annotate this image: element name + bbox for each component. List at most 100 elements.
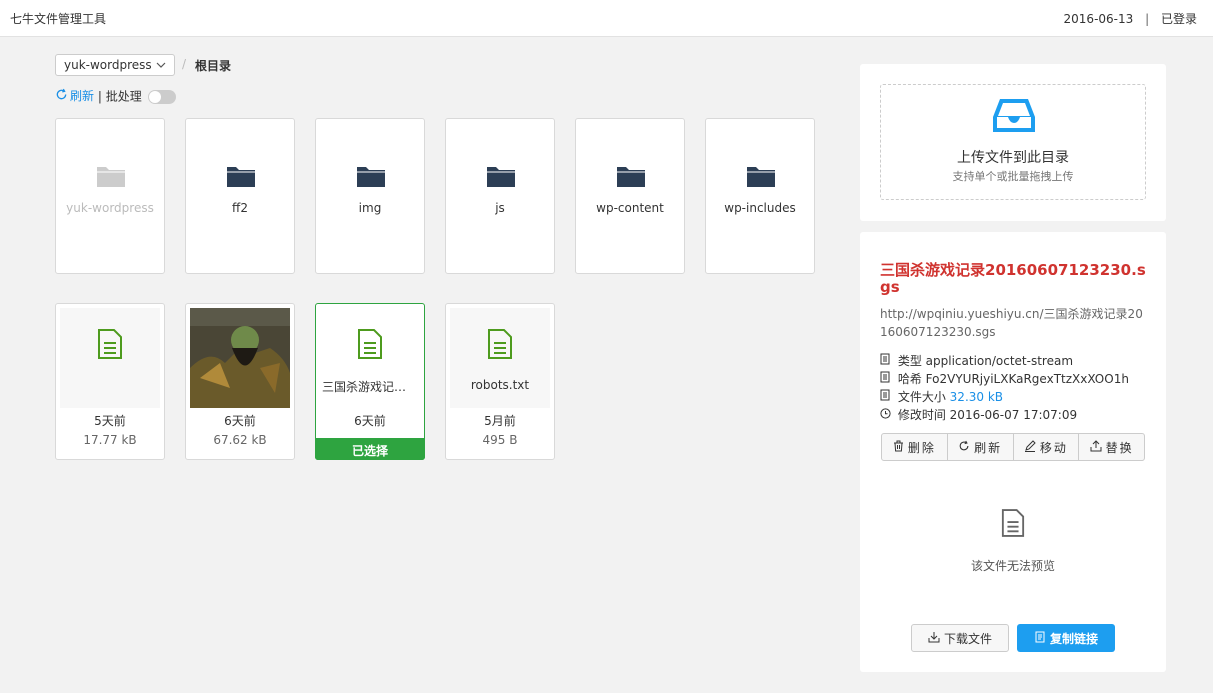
header-date: 2016-06-13 [1063,12,1134,26]
folder-icon [486,164,516,191]
file-card[interactable]: 6天前 67.62 kB [185,303,295,460]
app-title: 七牛文件管理工具 [10,12,107,26]
actions-divider: | [97,89,102,104]
batch-label: 批处理 [105,89,142,104]
folder-card[interactable]: img [315,118,425,274]
refresh-button[interactable]: 刷新 [948,434,1014,460]
download-label: 下载文件 [943,631,992,646]
trash-icon [893,440,904,455]
bucket-selected-value: yuk-wordpress [64,58,152,72]
file-age: 6天前 [224,414,256,428]
meta-size: 文件大小 32.30 kB [880,388,1160,405]
upload-title: 上传文件到此目录 [957,150,1069,166]
file-size: 495 B [482,433,518,447]
meta-size-value: 32.30 kB [949,390,1004,404]
no-preview-message: 该文件无法预览 [970,559,1055,573]
meta-mtime-label: 修改时间 [897,408,946,422]
refresh-label: 刷新 [974,440,1003,455]
download-icon [928,631,940,646]
chevron-down-icon [156,59,166,73]
download-button[interactable]: 下载文件 [911,624,1009,652]
file-name: robots.txt [470,378,530,392]
selected-badge: 已选择 [315,438,425,460]
copy-icon [1034,631,1046,646]
file-thumbnail: robots.txt [450,308,550,408]
folder-card[interactable]: js [445,118,555,274]
meta-hash-value: Fo2VYURjyiLXKaRgexTtzXxXOO1h [925,372,1129,386]
folder-icon [746,164,776,191]
folder-card[interactable]: wp-content [575,118,685,274]
folder-card[interactable]: wp-includes [705,118,815,274]
refresh-icon [55,88,68,104]
login-status[interactable]: 已登录 [1161,12,1197,26]
folder-name: ff2 [232,201,248,215]
document-icon [1001,508,1025,542]
folder-icon [356,164,386,191]
clock-icon [880,408,894,422]
delete-button[interactable]: 删除 [882,434,948,460]
file-age: 5月前 [484,414,516,428]
clipboard-icon [880,389,894,404]
file-detail-panel: 三国杀游戏记录20160607123230.sgs http://wpqiniu… [860,232,1166,672]
folder-name: js [495,201,505,215]
top-bar: 七牛文件管理工具 2016-06-13 | 已登录 [0,0,1213,37]
bucket-select[interactable]: yuk-wordpress [55,54,175,76]
breadcrumb-separator: / [182,57,187,71]
clipboard-icon [880,371,894,386]
inbox-tray-icon [992,97,1036,139]
header-right: 2016-06-13 | 已登录 [1064,10,1197,27]
meta-hash: 哈希 Fo2VYURjyiLXKaRgexTtzXxXOO1h [880,370,1160,387]
detail-file-title: 三国杀游戏记录20160607123230.sgs [880,261,1146,296]
document-icon [97,328,123,363]
folder-name: wp-includes [724,201,796,215]
folder-name: wp-content [596,201,664,215]
folder-name: yuk-wordpress [66,201,154,215]
file-thumbnail [60,308,160,408]
list-actions: 刷新 | 批处理 [55,87,176,105]
upload-dropzone[interactable]: 上传文件到此目录 支持单个或批量拖拽上传 [880,84,1146,200]
header-separator: | [1145,12,1150,26]
file-age: 5天前 [94,414,126,428]
file-age: 6天前 [354,414,386,428]
meta-size-label: 文件大小 [897,390,946,404]
folder-icon [616,164,646,191]
image-thumbnail [190,308,290,408]
file-size: 67.62 kB [213,433,267,447]
meta-type-value: application/octet-stream [925,354,1074,368]
toggle-knob [148,91,161,103]
meta-hash-label: 哈希 [897,372,922,386]
delete-label: 删除 [907,440,936,455]
replace-label: 替换 [1105,440,1134,455]
move-button[interactable]: 移动 [1014,434,1080,460]
refresh-link[interactable]: 刷新 [55,87,94,104]
folder-card[interactable]: yuk-wordpress [55,118,165,274]
upload-icon [1090,439,1102,455]
folder-card[interactable]: ff2 [185,118,295,274]
copy-link-label: 复制链接 [1049,631,1098,646]
clipboard-icon [880,353,894,368]
batch-toggle[interactable] [147,90,176,104]
upload-panel: 上传文件到此目录 支持单个或批量拖拽上传 [860,64,1166,221]
detail-file-url[interactable]: http://wpqiniu.yueshiyu.cn/三国杀游戏记录201606… [880,305,1146,341]
file-card[interactable]: 5天前 17.77 kB [55,303,165,460]
file-size: 17.77 kB [83,433,137,447]
breadcrumb-root[interactable]: 根目录 [195,57,231,74]
move-label: 移动 [1039,440,1068,455]
file-thumbnail: 三国杀游戏记录20160607123230.sgs [320,308,420,408]
folder-icon [96,164,126,191]
document-icon [357,328,383,363]
file-action-group: 删除 刷新 移动 替换 [881,433,1145,461]
file-card[interactable]: robots.txt 5月前 495 B [445,303,555,460]
refresh-label: 刷新 [70,89,95,103]
refresh-icon [958,440,970,455]
meta-type-label: 类型 [897,354,922,368]
replace-button[interactable]: 替换 [1079,434,1144,460]
file-card-selected[interactable]: 三国杀游戏记录20160607123230.sgs 6天前 已选择 [315,303,425,460]
upload-subtitle: 支持单个或批量拖拽上传 [952,170,1074,183]
meta-mtime-value: 2016-06-07 17:07:09 [949,408,1078,422]
folder-name: img [358,201,382,215]
folder-icon [226,164,256,191]
meta-mtime: 修改时间 2016-06-07 17:07:09 [880,406,1160,423]
copy-link-button[interactable]: 复制链接 [1017,624,1115,652]
file-name: 三国杀游戏记录20160607123230.sgs [322,380,420,394]
